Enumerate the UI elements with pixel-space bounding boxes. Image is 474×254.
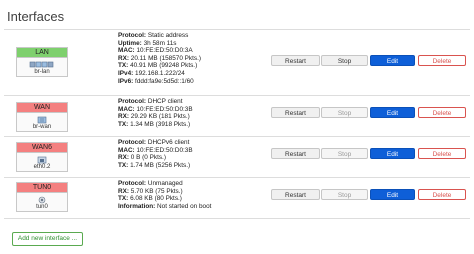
ethernet-icon (17, 155, 67, 164)
interface-details: Protocol: DHCP client MAC: 10:FE:ED:50:D… (118, 98, 193, 128)
interface-name: WAN (17, 103, 67, 113)
delete-button[interactable]: Delete (418, 107, 466, 118)
add-new-interface-button[interactable]: Add new interface ... (12, 232, 83, 246)
interface-name: TUN0 (17, 183, 67, 193)
edit-button[interactable]: Edit (370, 55, 415, 66)
delete-button[interactable]: Delete (418, 148, 466, 159)
stop-button[interactable]: Stop (321, 55, 368, 66)
interface-details: Protocol: Static address Uptime: 3h 58m … (118, 32, 202, 85)
interface-details: Protocol: Unmanaged RX: 5.70 KB (75 Pkts… (118, 180, 212, 210)
stop-button[interactable]: Stop (321, 107, 368, 118)
edit-button[interactable]: Edit (370, 107, 415, 118)
interface-device: eth0.2 (33, 164, 51, 170)
page-title: Interfaces (7, 9, 65, 24)
stop-button[interactable]: Stop (321, 189, 368, 200)
stop-button[interactable]: Stop (321, 148, 368, 159)
delete-button[interactable]: Delete (418, 189, 466, 200)
interface-row-wan: WAN br-wan Protocol: DHCP client MAC: 10… (4, 96, 470, 137)
interface-badge-lan: LAN br-lan (16, 47, 68, 77)
bridge-icon (17, 115, 67, 124)
interface-device: br-lan (34, 69, 50, 75)
interface-row-tun0: TUN0 tun0 Protocol: Unmanaged RX: 5.70 K… (4, 178, 470, 219)
restart-button[interactable]: Restart (271, 189, 320, 200)
interface-row-wan6: WAN6 eth0.2 Protocol: DHCPv6 client MAC:… (4, 137, 470, 178)
delete-button[interactable]: Delete (418, 55, 466, 66)
interface-badge-wan: WAN br-wan (16, 102, 68, 132)
interface-badge-tun0: TUN0 tun0 (16, 182, 68, 212)
restart-button[interactable]: Restart (271, 55, 320, 66)
interface-details: Protocol: DHCPv6 client MAC: 10:FE:ED:50… (118, 139, 193, 169)
interface-name: WAN6 (17, 143, 67, 153)
interface-device: br-wan (32, 124, 52, 130)
tunnel-icon (17, 195, 67, 204)
edit-button[interactable]: Edit (370, 148, 415, 159)
interface-row-lan: LAN br-lan Protocol: Static address Upti… (4, 30, 470, 96)
interface-device: tun0 (36, 204, 48, 210)
interfaces-table: LAN br-lan Protocol: Static address Upti… (4, 29, 470, 219)
interface-name: LAN (17, 48, 67, 58)
restart-button[interactable]: Restart (271, 148, 320, 159)
bridge-icon (17, 60, 67, 69)
restart-button[interactable]: Restart (271, 107, 320, 118)
interface-badge-wan6: WAN6 eth0.2 (16, 142, 68, 172)
edit-button[interactable]: Edit (370, 189, 415, 200)
